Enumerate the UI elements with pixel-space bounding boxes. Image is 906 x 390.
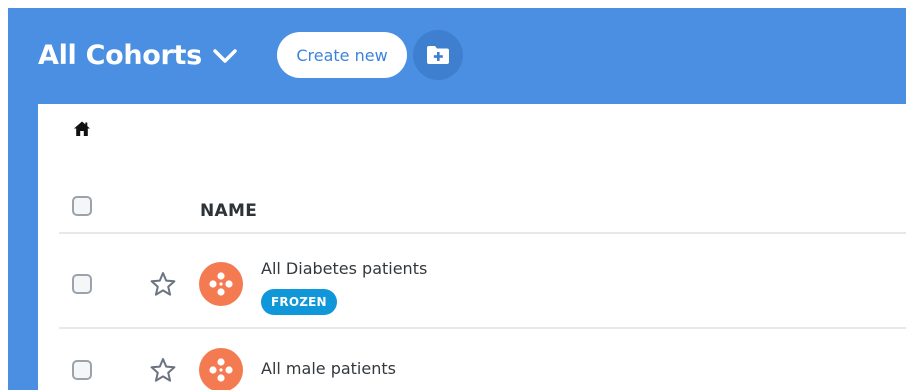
page-title: All Cohorts [38,40,202,71]
app-frame: All Cohorts Create new NAME All Diabetes… [8,8,906,390]
create-new-button[interactable]: Create new [277,32,407,78]
column-header-name[interactable]: NAME [200,201,257,221]
cohort-name-link[interactable]: All Diabetes patients [261,259,427,278]
folder-plus-icon [427,46,449,64]
row-checkbox[interactable] [72,360,92,380]
home-icon[interactable] [73,120,91,138]
cohort-icon [199,348,243,390]
cohort-scope-dropdown[interactable]: All Cohorts [38,40,238,71]
cohort-list-panel: NAME All Diabetes patients FROZEN All ma… [38,104,906,390]
row-divider [59,327,906,329]
star-icon[interactable] [150,271,176,297]
new-folder-button[interactable] [413,30,463,80]
row-checkbox[interactable] [72,274,92,294]
cohort-icon [199,262,243,306]
star-icon[interactable] [150,357,176,383]
cohort-name-link[interactable]: All male patients [261,359,396,378]
chevron-down-icon [213,48,237,63]
header: All Cohorts Create new [8,8,906,104]
select-all-checkbox[interactable] [72,196,92,216]
window-top-edge [0,0,906,8]
header-divider [59,232,906,234]
status-badge: FROZEN [261,289,337,315]
